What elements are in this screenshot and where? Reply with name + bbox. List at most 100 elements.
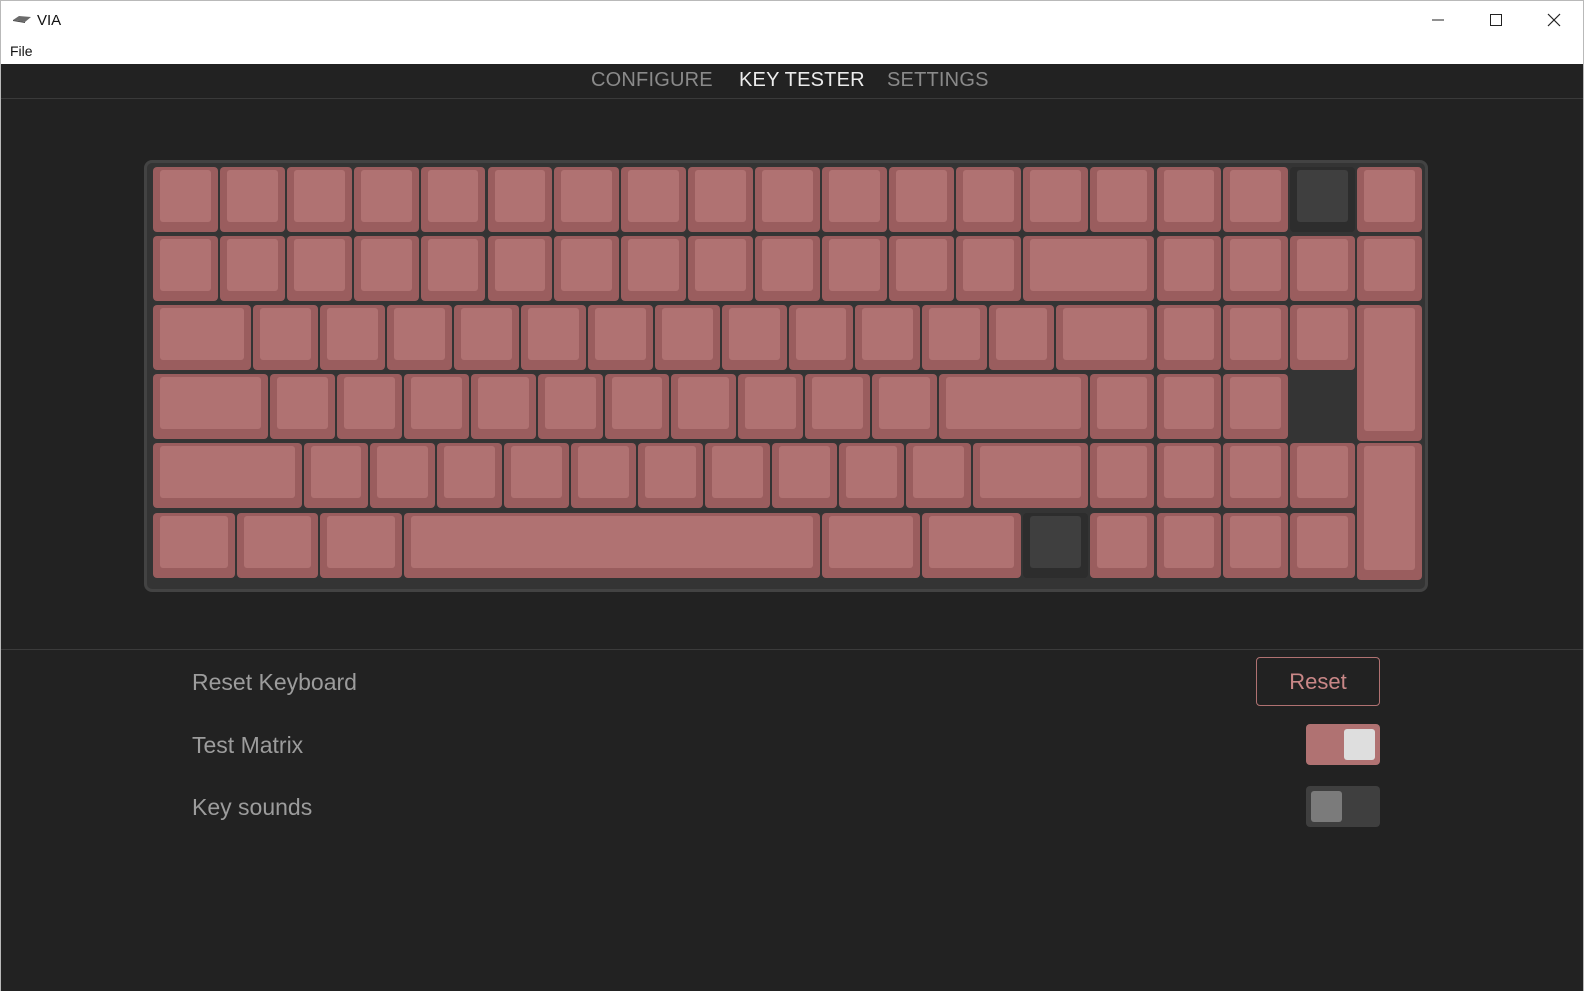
key [704,443,770,509]
key [1022,512,1088,578]
key [604,374,670,440]
minimize-button[interactable] [1409,1,1467,39]
key [153,305,252,371]
key-cap [561,170,613,222]
key-cap [695,239,747,292]
key-cap [962,170,1014,222]
key [805,374,871,440]
key [554,236,620,302]
key-cap [160,239,211,292]
key-cap [1297,239,1349,292]
menu-bar: File [1,39,1583,64]
key-cap [327,515,395,568]
key [554,167,620,232]
reset-button[interactable]: Reset [1256,657,1380,706]
key [420,236,486,302]
key [153,512,235,578]
close-button[interactable] [1525,1,1583,39]
key-cap [1029,515,1081,568]
key-cap [795,308,847,361]
key [1156,167,1222,232]
key-cap [461,308,512,361]
tab-settings[interactable]: SETTINGS [887,69,989,92]
key-cap [895,170,947,222]
key [1156,443,1222,509]
key [587,305,653,371]
key [336,374,402,440]
key [420,167,486,232]
key-cap [628,239,680,292]
key-cap [711,446,763,499]
key-cap [1364,239,1416,292]
key-cap [1230,308,1282,361]
key-cap [946,377,1081,430]
key-cap [728,308,780,361]
key-cap [1297,446,1349,499]
key [387,305,453,371]
key-cap [360,239,412,292]
key-cap [862,308,914,361]
toggle-knob [1344,729,1375,760]
key-cap [628,170,680,222]
key [571,443,637,509]
key [771,443,837,509]
key [1156,512,1222,578]
key-cap [327,308,379,361]
key-cap [277,377,328,430]
test-matrix-toggle[interactable] [1306,724,1380,765]
key-cap [812,377,864,430]
key [219,236,285,302]
key [1357,443,1423,580]
key-cap [979,446,1081,499]
key [855,305,921,371]
key [153,236,218,302]
key-cap [829,515,914,568]
key-cap [1063,308,1148,361]
key [1290,305,1356,371]
key-cap [410,377,462,430]
maximize-icon [1490,14,1502,26]
key-cap [427,170,479,222]
key [1290,443,1356,509]
key [153,443,302,509]
key-cap [1230,446,1282,499]
key-cap [360,170,412,222]
key [286,167,352,232]
key [153,374,269,440]
key-cap [1297,308,1349,361]
key [872,374,938,440]
key [1223,236,1289,302]
key [822,167,887,232]
key-cap [293,170,345,222]
key [470,374,536,440]
key-cap [1163,239,1215,292]
key-cap [1230,239,1282,292]
key-cap [594,308,646,361]
key [1357,167,1423,232]
key-cap [243,515,312,568]
tab-configure[interactable]: CONFIGURE [591,69,713,92]
key [721,305,787,371]
key [1089,374,1155,440]
menu-file[interactable]: File [10,43,33,59]
key-cap [845,446,897,499]
key-sounds-toggle[interactable] [1306,786,1380,827]
key [270,374,335,440]
maximize-button[interactable] [1467,1,1525,39]
tab-key-tester[interactable]: KEY TESTER [739,69,865,92]
key [370,443,436,509]
key-cap [226,239,278,292]
key [403,374,469,440]
key [1290,512,1356,578]
section-divider [1,649,1583,650]
key [688,167,754,232]
key-cap [160,446,295,499]
main-content: CONFIGURE KEY TESTER SETTINGS Reset Keyb… [1,64,1583,991]
key-cap [895,239,947,292]
key-cap [1163,446,1215,499]
key [621,236,687,302]
key-cap [511,446,563,499]
key [939,374,1088,440]
key [922,305,988,371]
key-cap [762,170,813,222]
